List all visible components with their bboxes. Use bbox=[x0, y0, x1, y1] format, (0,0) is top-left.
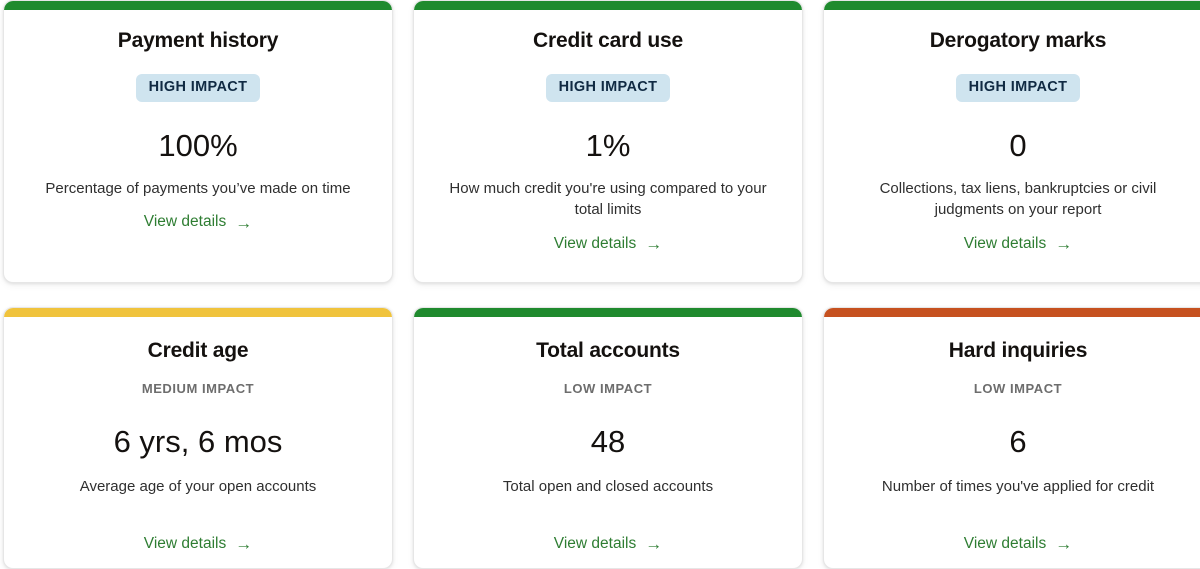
card-value: 6 bbox=[1009, 424, 1027, 460]
credit-factor-card-payment-history[interactable]: Payment history HIGH IMPACT 100% Percent… bbox=[3, 0, 393, 283]
card-description: Total open and closed accounts bbox=[502, 478, 714, 496]
card-title: Payment history bbox=[117, 29, 279, 52]
view-details-link[interactable]: View details → bbox=[963, 234, 1073, 254]
view-details-slot: View details → bbox=[144, 213, 252, 231]
credit-factor-card-derogatory-marks[interactable]: Derogatory marks HIGH IMPACT 0 Collectio… bbox=[823, 0, 1200, 283]
status-badge: HIGH IMPACT bbox=[545, 74, 671, 102]
card-description: Collections, tax liens, bankruptcies or … bbox=[879, 179, 1157, 219]
card-value: 100% bbox=[158, 127, 238, 163]
status-badge: MEDIUM IMPACT bbox=[141, 381, 255, 397]
card-value: 48 bbox=[590, 424, 626, 460]
view-details-link[interactable]: View details → bbox=[144, 214, 252, 231]
view-details-label: View details bbox=[143, 213, 227, 231]
arrow-right-icon: → bbox=[235, 213, 253, 233]
card-accent-bar bbox=[824, 1, 1200, 10]
view-details-link[interactable]: View details → bbox=[553, 534, 663, 554]
card-accent-bar bbox=[4, 308, 392, 317]
arrow-right-icon: → bbox=[645, 234, 663, 254]
card-description: How much credit you're using compared to… bbox=[449, 179, 767, 219]
impact-badge-slot: HIGH IMPACT bbox=[545, 74, 671, 102]
arrow-right-icon: → bbox=[1055, 234, 1073, 254]
view-details-slot: View details → bbox=[144, 535, 252, 553]
impact-badge-slot: HIGH IMPACT bbox=[955, 74, 1081, 102]
card-title: Derogatory marks bbox=[929, 29, 1107, 52]
card-title: Total accounts bbox=[536, 339, 680, 362]
view-details-slot: View details → bbox=[964, 535, 1072, 553]
card-accent-bar bbox=[824, 308, 1200, 317]
view-details-slot: View details → bbox=[554, 535, 662, 553]
status-badge: HIGH IMPACT bbox=[135, 74, 261, 102]
credit-factors-grid: Payment history HIGH IMPACT 100% Percent… bbox=[0, 0, 1200, 569]
impact-badge-slot: HIGH IMPACT bbox=[135, 74, 261, 102]
view-details-slot: View details → bbox=[554, 235, 662, 253]
impact-badge-slot: LOW IMPACT bbox=[974, 380, 1062, 398]
view-details-label: View details bbox=[963, 534, 1047, 552]
arrow-right-icon: → bbox=[645, 534, 663, 554]
credit-factor-card-credit-card-use[interactable]: Credit card use HIGH IMPACT 1% How much … bbox=[413, 0, 803, 283]
credit-factor-card-hard-inquiries[interactable]: Hard inquiries LOW IMPACT 6 Number of ti… bbox=[823, 307, 1200, 569]
status-badge: LOW IMPACT bbox=[563, 381, 653, 397]
view-details-link[interactable]: View details → bbox=[963, 534, 1073, 554]
arrow-right-icon: → bbox=[1055, 534, 1073, 554]
card-title: Credit age bbox=[147, 339, 249, 362]
card-accent-bar bbox=[414, 308, 802, 317]
card-value: 0 bbox=[1009, 127, 1027, 163]
view-details-label: View details bbox=[963, 235, 1047, 253]
status-badge: HIGH IMPACT bbox=[955, 74, 1081, 102]
card-description: Average age of your open accounts bbox=[79, 478, 317, 496]
impact-badge-slot: MEDIUM IMPACT bbox=[142, 380, 254, 398]
card-value: 1% bbox=[585, 127, 631, 163]
view-details-label: View details bbox=[553, 235, 637, 253]
arrow-right-icon: → bbox=[235, 534, 253, 554]
card-accent-bar bbox=[4, 1, 392, 10]
credit-factor-card-total-accounts[interactable]: Total accounts LOW IMPACT 48 Total open … bbox=[413, 307, 803, 569]
view-details-link[interactable]: View details → bbox=[553, 234, 663, 254]
credit-factor-card-credit-age[interactable]: Credit age MEDIUM IMPACT 6 yrs, 6 mos Av… bbox=[3, 307, 393, 569]
view-details-label: View details bbox=[553, 534, 637, 552]
view-details-slot: View details → bbox=[964, 235, 1072, 253]
card-value: 6 yrs, 6 mos bbox=[113, 424, 283, 460]
card-description: Number of times you've applied for credi… bbox=[881, 478, 1155, 496]
card-title: Credit card use bbox=[533, 29, 683, 52]
view-details-link[interactable]: View details → bbox=[143, 534, 253, 554]
impact-badge-slot: LOW IMPACT bbox=[564, 380, 652, 398]
status-badge: LOW IMPACT bbox=[973, 381, 1063, 397]
card-description: Percentage of payments you’ve made on ti… bbox=[45, 179, 351, 197]
view-details-label: View details bbox=[143, 534, 227, 552]
card-accent-bar bbox=[414, 1, 802, 10]
card-title: Hard inquiries bbox=[948, 339, 1088, 362]
